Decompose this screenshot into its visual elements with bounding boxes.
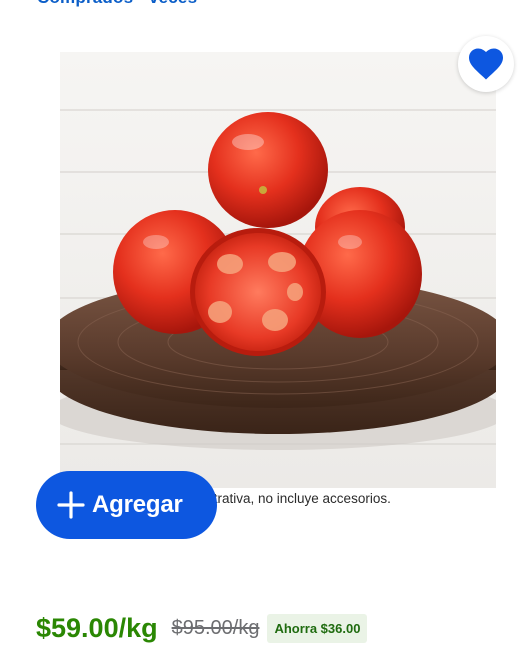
savings-badge: Ahorra $36.00 (267, 613, 368, 643)
add-to-cart-button[interactable]: Agregar (36, 471, 217, 539)
product-image[interactable] (60, 52, 496, 488)
tomatoes-photo (60, 109, 496, 450)
breadcrumb-link[interactable]: Comprados · veces (37, 0, 197, 8)
favorite-button[interactable] (458, 36, 514, 92)
previous-price: $95.00/kg (171, 616, 260, 639)
plus-icon (57, 491, 85, 519)
image-caption: strativa, no incluye accesorios. (207, 491, 391, 506)
current-price: $59.00/kg (36, 612, 158, 643)
add-button-label: Agregar (92, 491, 183, 518)
heart-icon (469, 48, 503, 80)
price-row: $59.00/kg $95.00/kg Ahorra $36.00 (36, 608, 368, 648)
